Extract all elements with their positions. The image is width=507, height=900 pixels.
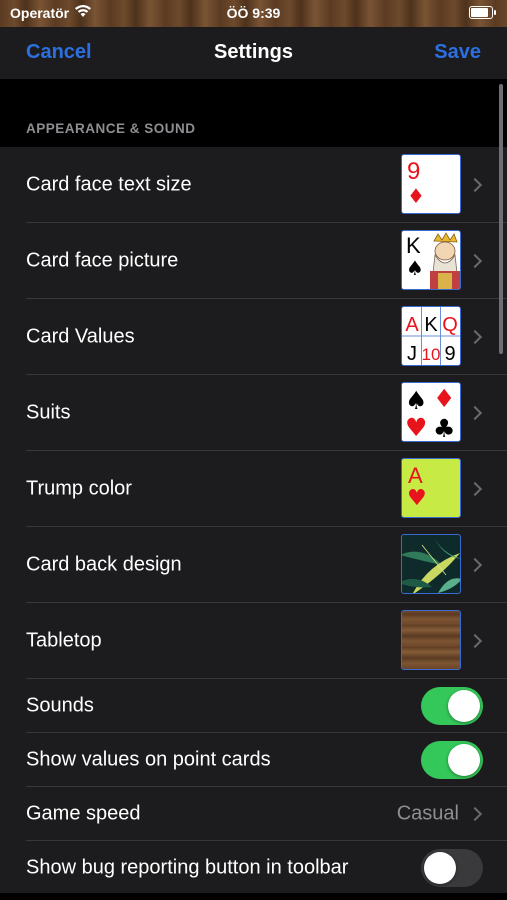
row-label: Tabletop <box>26 629 102 652</box>
row-label: Card back design <box>26 553 182 576</box>
sounds-toggle[interactable] <box>421 687 483 725</box>
svg-text:10: 10 <box>422 345 441 364</box>
battery-icon <box>469 6 496 19</box>
game-speed-value: Casual <box>396 802 459 825</box>
row-card-back-design[interactable]: Card back design <box>0 527 507 603</box>
suits-thumbnail: ♠ ♦ ♥ ♣ <box>401 382 461 442</box>
row-label: Trump color <box>26 477 132 500</box>
row-sounds: Sounds <box>0 679 507 733</box>
thumb-rank: K <box>406 233 421 258</box>
club-icon: ♣ <box>433 414 455 441</box>
card-values-thumbnail: A K Q J 10 9 <box>401 306 461 366</box>
chevron-right-icon <box>467 806 483 822</box>
save-button[interactable]: Save <box>434 41 481 64</box>
king-figure-icon <box>430 232 460 289</box>
row-trump-color[interactable]: Trump color A ♥ <box>0 451 507 527</box>
row-label: Card face picture <box>26 249 179 272</box>
row-label: Card face text size <box>26 173 192 196</box>
row-tabletop[interactable]: Tabletop <box>0 603 507 679</box>
trump-color-thumbnail: A ♥ <box>401 458 461 518</box>
settings-list: Card face text size 9 ♦ Card face pictur… <box>0 147 507 895</box>
bottom-edge <box>0 893 507 900</box>
bug-reporting-toggle[interactable] <box>421 849 483 887</box>
svg-text:Q: Q <box>442 314 458 336</box>
navigation-bar: Cancel Settings Save <box>0 27 507 79</box>
wood-tabletop-thumbnail <box>401 610 461 670</box>
row-card-face-text-size[interactable]: Card face text size 9 ♦ <box>0 147 507 223</box>
row-label: Show values on point cards <box>26 748 271 771</box>
svg-text:A: A <box>405 314 419 336</box>
thumb-rank: A <box>408 463 423 488</box>
status-bar: Operatör ÖÖ 9:39 <box>0 0 507 27</box>
svg-text:J: J <box>407 343 417 365</box>
row-show-values: Show values on point cards <box>0 733 507 787</box>
card-king-spades-thumbnail: K ♠ <box>401 230 461 290</box>
chevron-right-icon <box>467 329 483 345</box>
row-label: Game speed <box>26 802 141 825</box>
chevron-right-icon <box>467 253 483 269</box>
svg-text:K: K <box>424 314 438 336</box>
thumb-suit: ♠ <box>406 256 424 280</box>
page-title: Settings <box>214 41 293 63</box>
chevron-right-icon <box>467 633 483 649</box>
diamond-icon: ♦ <box>433 384 455 413</box>
row-label: Sounds <box>26 694 94 717</box>
chevron-right-icon <box>467 405 483 421</box>
chevron-right-icon <box>467 557 483 573</box>
thumb-suit: ♦ <box>407 184 425 208</box>
show-values-toggle[interactable] <box>421 741 483 779</box>
clock: ÖÖ 9:39 <box>226 5 281 21</box>
row-label: Suits <box>26 401 71 424</box>
heart-icon: ♥ <box>405 413 427 441</box>
card-back-leaves-thumbnail <box>401 534 461 594</box>
row-bug-reporting: Show bug reporting button in toolbar <box>0 841 507 895</box>
svg-text:9: 9 <box>444 343 455 365</box>
spade-icon: ♠ <box>405 386 427 415</box>
row-card-values[interactable]: Card Values A K Q J 10 9 <box>0 299 507 375</box>
card-nine-diamonds-thumbnail: 9 ♦ <box>401 154 461 214</box>
row-card-face-picture[interactable]: Card face picture K ♠ <box>0 223 507 299</box>
chevron-right-icon <box>467 177 483 193</box>
row-game-speed[interactable]: Game speed Casual <box>0 787 507 841</box>
row-label: Card Values <box>26 325 135 348</box>
row-suits[interactable]: Suits ♠ ♦ ♥ ♣ <box>0 375 507 451</box>
section-header: APPEARANCE & SOUND <box>26 121 196 136</box>
thumb-suit: ♥ <box>407 486 427 511</box>
chevron-right-icon <box>467 481 483 497</box>
scrollbar[interactable] <box>499 84 503 354</box>
row-label: Show bug reporting button in toolbar <box>26 856 349 879</box>
thumb-rank: 9 <box>407 158 420 185</box>
